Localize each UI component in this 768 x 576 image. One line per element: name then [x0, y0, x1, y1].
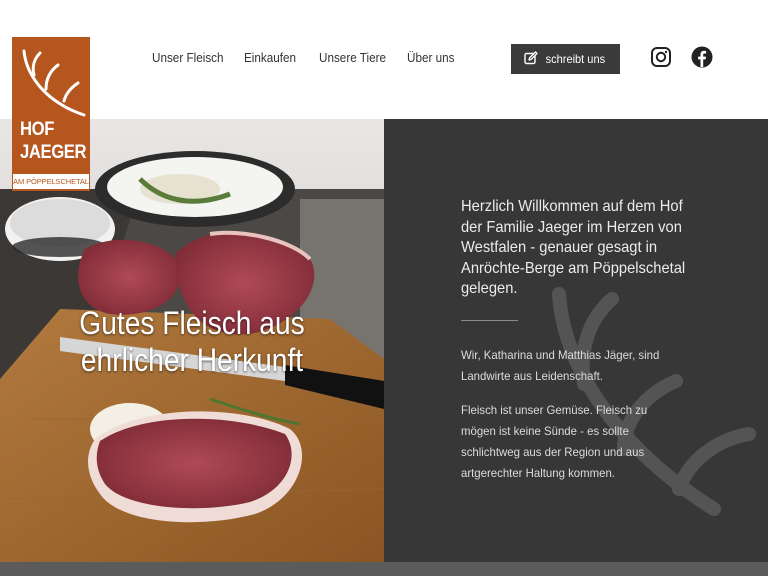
site-header: Unser Fleisch Einkaufen Unsere Tiere Übe… — [0, 0, 768, 119]
contact-button[interactable]: schreibt uns — [511, 44, 620, 74]
nav-item-unser-fleisch[interactable]: Unser Fleisch — [152, 50, 224, 65]
intro-paragraph-1: Wir, Katharina und Matthias Jäger, sind … — [461, 348, 660, 383]
intro-paragraph-2: Fleisch ist unser Gemüse. Fleisch zu mög… — [461, 403, 648, 480]
nav-item-einkaufen[interactable]: Einkaufen — [244, 50, 296, 65]
antler-logo-icon — [22, 49, 86, 117]
nav-item-ueber-uns[interactable]: Über uns — [407, 50, 454, 65]
logo-line2: JAEGER — [20, 142, 87, 163]
section-divider-strip — [0, 562, 768, 576]
hero-title: Gutes Fleisch aus ehrlicher Herkunft — [23, 305, 361, 379]
intro-panel: Herzlich Willkommen auf dem Hof der Fami… — [384, 119, 768, 562]
hof-jaeger-logo[interactable]: HOF JAEGER AM PÖPPELSCHETAL — [12, 37, 90, 191]
logo-subline: AM PÖPPELSCHETAL — [13, 174, 89, 189]
intro-heading: Herzlich Willkommen auf dem Hof der Fami… — [461, 198, 686, 297]
edit-icon — [523, 50, 538, 68]
nav-item-unsere-tiere[interactable]: Unsere Tiere — [319, 50, 386, 65]
logo-line1: HOF — [20, 119, 54, 140]
intro-divider — [461, 320, 518, 321]
hero-title-line1: Gutes Fleisch aus — [79, 305, 305, 341]
antler-watermark-icon — [552, 287, 756, 516]
contact-button-label: schreibt uns — [545, 52, 605, 66]
facebook-icon[interactable] — [691, 46, 713, 68]
hero-title-line2: ehrlicher Herkunft — [80, 342, 304, 378]
instagram-icon[interactable] — [650, 46, 672, 68]
